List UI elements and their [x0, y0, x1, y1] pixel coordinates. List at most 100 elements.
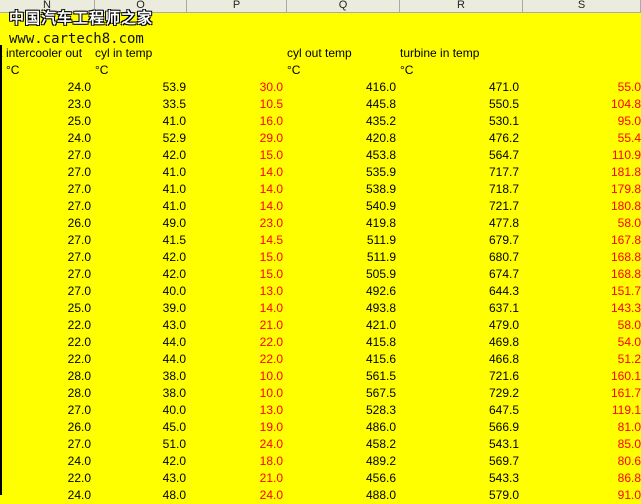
cyl-out-temp-cell[interactable]: 415.8: [287, 334, 396, 351]
temp-rise-cell[interactable]: 13.0: [187, 283, 283, 300]
header-turbine-in-temp[interactable]: turbine in temp: [400, 45, 479, 62]
cyl-out-temp-cell[interactable]: 419.8: [287, 215, 396, 232]
temp-diff-cell[interactable]: 151.7: [523, 283, 641, 300]
cyl-out-temp-cell[interactable]: 511.9: [287, 232, 396, 249]
turbine-in-temp-cell[interactable]: 530.1: [400, 113, 519, 130]
turbine-in-temp-cell[interactable]: 679.7: [400, 232, 519, 249]
intercooler-out-cell[interactable]: 25.0: [0, 113, 91, 130]
cyl-out-temp-cell[interactable]: 488.0: [287, 487, 396, 504]
cyl-in-temp-cell[interactable]: 43.0: [95, 470, 186, 487]
intercooler-out-cell[interactable]: 26.0: [0, 419, 91, 436]
temp-rise-cell[interactable]: 22.0: [187, 351, 283, 368]
cyl-in-temp-cell[interactable]: 45.0: [95, 419, 186, 436]
temp-diff-cell[interactable]: 168.8: [523, 266, 641, 283]
temp-rise-cell[interactable]: 29.0: [187, 130, 283, 147]
temp-rise-cell[interactable]: 14.0: [187, 181, 283, 198]
intercooler-out-cell[interactable]: 23.0: [0, 96, 91, 113]
turbine-in-temp-cell[interactable]: 566.9: [400, 419, 519, 436]
temp-rise-cell[interactable]: 14.5: [187, 232, 283, 249]
temp-diff-cell[interactable]: 91.0: [523, 487, 641, 504]
temp-diff-cell[interactable]: 55.4: [523, 130, 641, 147]
intercooler-out-cell[interactable]: 27.0: [0, 147, 91, 164]
temp-rise-cell[interactable]: 22.0: [187, 334, 283, 351]
column-header-p[interactable]: P: [187, 0, 287, 12]
turbine-in-temp-cell[interactable]: 471.0: [400, 79, 519, 96]
temp-diff-cell[interactable]: 86.8: [523, 470, 641, 487]
column-header-q[interactable]: Q: [287, 0, 400, 12]
temp-rise-cell[interactable]: 21.0: [187, 470, 283, 487]
temp-rise-cell[interactable]: 14.0: [187, 198, 283, 215]
temp-rise-cell[interactable]: 15.0: [187, 147, 283, 164]
cyl-in-temp-cell[interactable]: 41.0: [95, 181, 186, 198]
temp-rise-cell[interactable]: 18.0: [187, 453, 283, 470]
intercooler-out-cell[interactable]: 27.0: [0, 436, 91, 453]
temp-rise-cell[interactable]: 19.0: [187, 419, 283, 436]
temp-diff-cell[interactable]: 51.2: [523, 351, 641, 368]
cyl-in-temp-cell[interactable]: 49.0: [95, 215, 186, 232]
unit-r[interactable]: °C: [400, 62, 413, 79]
temp-diff-cell[interactable]: 95.0: [523, 113, 641, 130]
cyl-out-temp-cell[interactable]: 540.9: [287, 198, 396, 215]
cyl-out-temp-cell[interactable]: 511.9: [287, 249, 396, 266]
turbine-in-temp-cell[interactable]: 637.1: [400, 300, 519, 317]
cyl-in-temp-cell[interactable]: 40.0: [95, 402, 186, 419]
intercooler-out-cell[interactable]: 22.0: [0, 351, 91, 368]
unit-q[interactable]: °C: [287, 62, 300, 79]
temp-rise-cell[interactable]: 10.0: [187, 368, 283, 385]
intercooler-out-cell[interactable]: 27.0: [0, 181, 91, 198]
column-header-s[interactable]: S: [523, 0, 641, 12]
cyl-out-temp-cell[interactable]: 415.6: [287, 351, 396, 368]
cyl-in-temp-cell[interactable]: 42.0: [95, 453, 186, 470]
intercooler-out-cell[interactable]: 24.0: [0, 130, 91, 147]
cyl-out-temp-cell[interactable]: 416.0: [287, 79, 396, 96]
turbine-in-temp-cell[interactable]: 729.2: [400, 385, 519, 402]
temp-diff-cell[interactable]: 161.7: [523, 385, 641, 402]
temp-rise-cell[interactable]: 15.0: [187, 266, 283, 283]
temp-diff-cell[interactable]: 104.8: [523, 96, 641, 113]
cyl-in-temp-cell[interactable]: 38.0: [95, 385, 186, 402]
turbine-in-temp-cell[interactable]: 477.8: [400, 215, 519, 232]
cyl-in-temp-cell[interactable]: 51.0: [95, 436, 186, 453]
temp-rise-cell[interactable]: 30.0: [187, 79, 283, 96]
turbine-in-temp-cell[interactable]: 717.7: [400, 164, 519, 181]
cyl-out-temp-cell[interactable]: 567.5: [287, 385, 396, 402]
cyl-in-temp-cell[interactable]: 42.0: [95, 249, 186, 266]
cyl-in-temp-cell[interactable]: 42.0: [95, 266, 186, 283]
intercooler-out-cell[interactable]: 27.0: [0, 232, 91, 249]
cyl-out-temp-cell[interactable]: 445.8: [287, 96, 396, 113]
intercooler-out-cell[interactable]: 24.0: [0, 79, 91, 96]
turbine-in-temp-cell[interactable]: 718.7: [400, 181, 519, 198]
temp-diff-cell[interactable]: 110.9: [523, 147, 641, 164]
temp-diff-cell[interactable]: 55.0: [523, 79, 641, 96]
temp-diff-cell[interactable]: 160.1: [523, 368, 641, 385]
cyl-out-temp-cell[interactable]: 493.8: [287, 300, 396, 317]
cyl-out-temp-cell[interactable]: 458.2: [287, 436, 396, 453]
turbine-in-temp-cell[interactable]: 543.3: [400, 470, 519, 487]
temp-diff-cell[interactable]: 168.8: [523, 249, 641, 266]
cyl-in-temp-cell[interactable]: 42.0: [95, 147, 186, 164]
cyl-out-temp-cell[interactable]: 453.8: [287, 147, 396, 164]
turbine-in-temp-cell[interactable]: 476.2: [400, 130, 519, 147]
header-intercooler-out[interactable]: intercooler out: [6, 45, 82, 62]
cyl-out-temp-cell[interactable]: 538.9: [287, 181, 396, 198]
turbine-in-temp-cell[interactable]: 579.0: [400, 487, 519, 504]
cyl-out-temp-cell[interactable]: 456.6: [287, 470, 396, 487]
intercooler-out-cell[interactable]: 27.0: [0, 198, 91, 215]
intercooler-out-cell[interactable]: 27.0: [0, 402, 91, 419]
intercooler-out-cell[interactable]: 28.0: [0, 368, 91, 385]
intercooler-out-cell[interactable]: 27.0: [0, 266, 91, 283]
cyl-in-temp-cell[interactable]: 41.5: [95, 232, 186, 249]
intercooler-out-cell[interactable]: 27.0: [0, 249, 91, 266]
temp-rise-cell[interactable]: 14.0: [187, 300, 283, 317]
cyl-in-temp-cell[interactable]: 39.0: [95, 300, 186, 317]
intercooler-out-cell[interactable]: 24.0: [0, 453, 91, 470]
intercooler-out-cell[interactable]: 24.0: [0, 487, 91, 504]
temp-rise-cell[interactable]: 21.0: [187, 317, 283, 334]
cyl-out-temp-cell[interactable]: 505.9: [287, 266, 396, 283]
cyl-out-temp-cell[interactable]: 489.2: [287, 453, 396, 470]
temp-diff-cell[interactable]: 119.1: [523, 402, 641, 419]
temp-diff-cell[interactable]: 179.8: [523, 181, 641, 198]
turbine-in-temp-cell[interactable]: 550.5: [400, 96, 519, 113]
cyl-out-temp-cell[interactable]: 435.2: [287, 113, 396, 130]
temp-diff-cell[interactable]: 54.0: [523, 334, 641, 351]
